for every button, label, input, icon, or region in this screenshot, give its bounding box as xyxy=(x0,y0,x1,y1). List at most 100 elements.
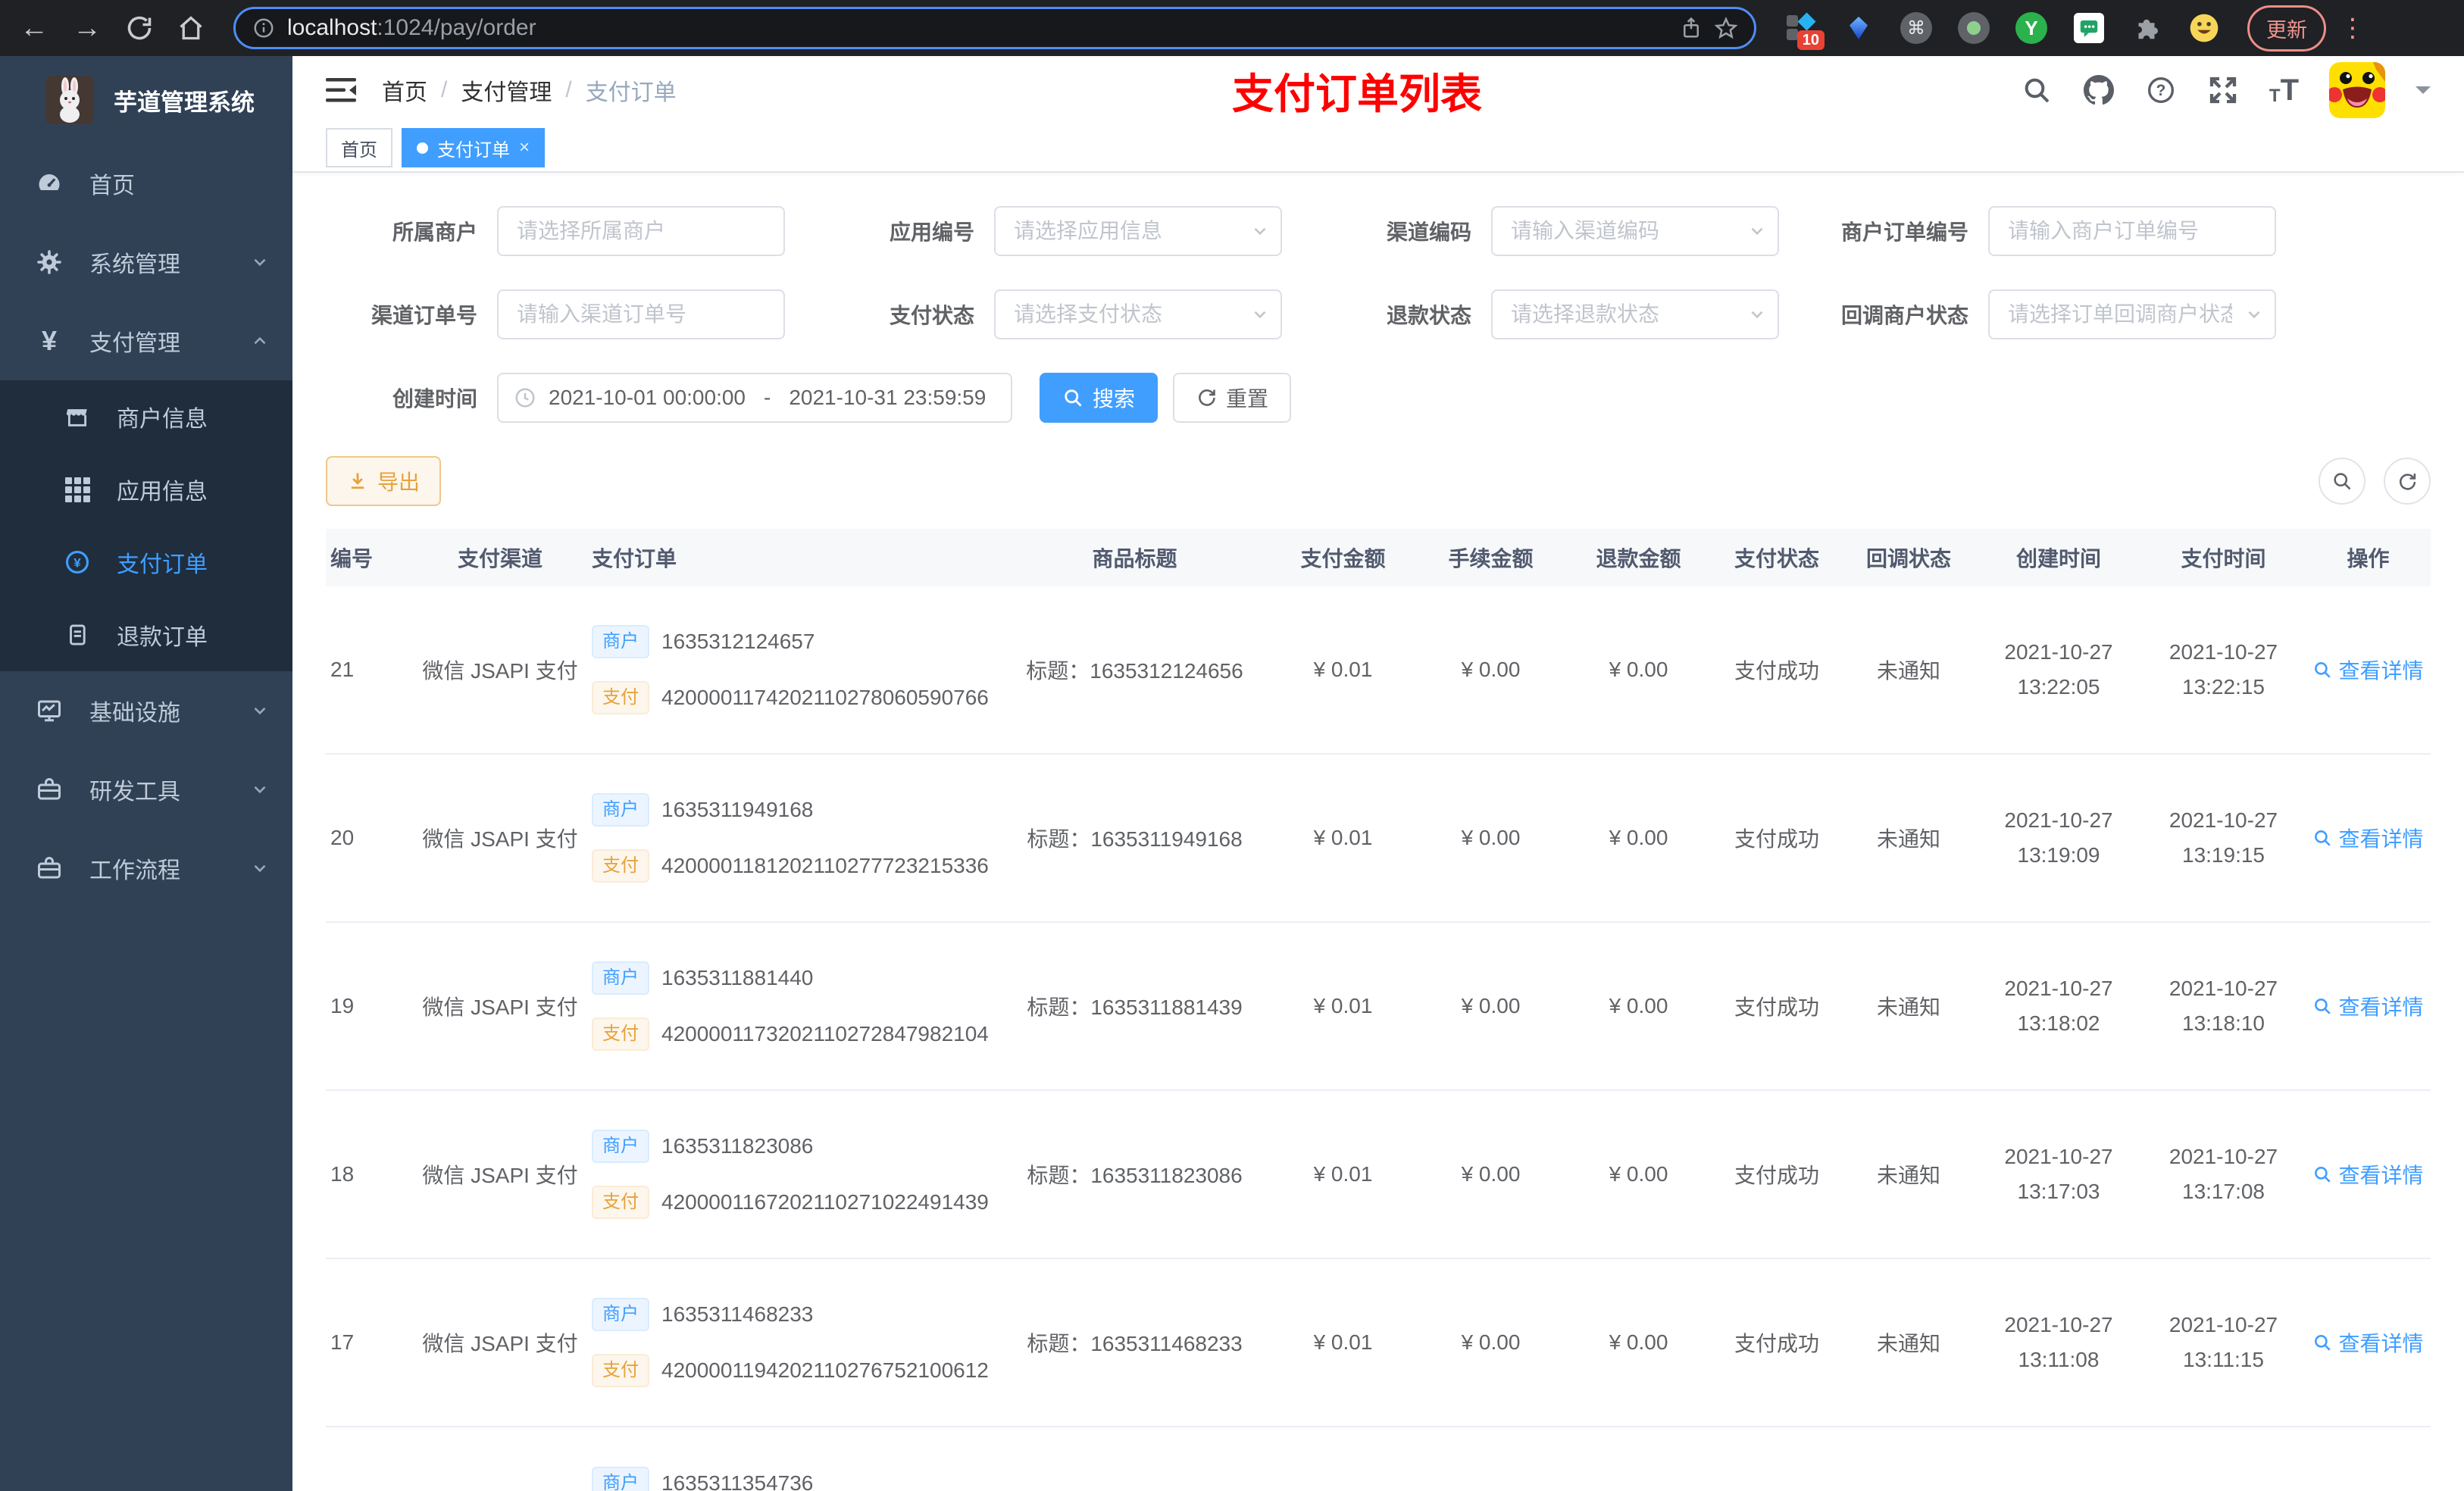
reset-button[interactable]: 重置 xyxy=(1173,373,1292,423)
tag-close-icon[interactable]: × xyxy=(519,137,530,158)
row-status: 支付成功 xyxy=(1734,996,1819,1019)
browser-forward-icon[interactable]: → xyxy=(73,14,102,42)
pay-order-no: 4200001174202110278060590766 xyxy=(661,686,989,709)
filter-notify-status: 回调商户状态 xyxy=(1817,289,2314,339)
row-status: 支付成功 xyxy=(1734,827,1819,851)
browser-reload-icon[interactable] xyxy=(126,14,153,42)
row-notify: 未通知 xyxy=(1876,1332,1940,1355)
col-title: 商品标题 xyxy=(1092,547,1177,570)
pay-order-no: 4200001167202110271022491439 xyxy=(661,1190,989,1214)
channel-order-no-input[interactable] xyxy=(497,289,785,339)
chrome-menu-icon[interactable]: ⋮ xyxy=(2340,13,2366,43)
channel-code-input[interactable] xyxy=(1491,206,1779,256)
pay-badge: 支付 xyxy=(592,681,649,714)
row-notify: 未通知 xyxy=(1876,827,1940,851)
url-bar[interactable]: localhost:1024/pay/order xyxy=(233,7,1756,49)
sidebar-item-payment[interactable]: ¥ 支付管理 xyxy=(0,302,292,380)
breadcrumb-payment[interactable]: 支付管理 xyxy=(461,73,552,107)
extension-gem-icon[interactable] xyxy=(1841,11,1876,45)
row-fee: ¥ 0.00 xyxy=(1461,1162,1521,1186)
sidebar-collapse-icon[interactable] xyxy=(326,77,356,103)
browser-home-icon[interactable] xyxy=(177,14,205,42)
app-select[interactable] xyxy=(994,206,1282,256)
chevron-down-icon xyxy=(250,701,270,720)
sidebar-item-pay-order[interactable]: ¥ 支付订单 xyxy=(0,526,292,599)
row-id: 20 xyxy=(330,826,355,849)
row-title: 标题：1635311823086 xyxy=(1027,1164,1243,1187)
extension-command-icon[interactable]: ⌘ xyxy=(1899,11,1934,45)
profile-avatar-icon[interactable] xyxy=(2187,11,2222,45)
fullscreen-icon[interactable] xyxy=(2207,74,2239,106)
search-icon xyxy=(2315,830,2331,846)
extension-badge: 10 xyxy=(1796,30,1825,50)
sidebar-item-label: 退款订单 xyxy=(117,625,208,650)
app-logo[interactable]: 芋道管理系统 xyxy=(0,56,292,144)
sidebar-item-app-info[interactable]: 应用信息 xyxy=(0,453,292,526)
refund-status-select[interactable] xyxy=(1491,289,1779,339)
table-row-partial: 商户 1635311354736 xyxy=(326,1427,2431,1491)
view-detail-link[interactable]: 查看详情 xyxy=(2312,991,2424,1021)
view-detail-link[interactable]: 查看详情 xyxy=(2312,823,2424,853)
breadcrumb: 首页 / 支付管理 / 支付订单 xyxy=(382,73,677,107)
notify-status-select[interactable] xyxy=(1988,289,2276,339)
date-range-picker[interactable]: 2021-10-01 00:00:00 - 2021-10-31 23:59:5… xyxy=(497,373,1012,423)
extension-y-icon[interactable]: Y xyxy=(2014,11,2049,45)
col-create-time: 创建时间 xyxy=(2015,547,2101,570)
refresh-icon xyxy=(2399,474,2416,490)
sidebar-item-workflow[interactable]: 工作流程 xyxy=(0,829,292,908)
sidebar-item-home[interactable]: 首页 xyxy=(0,144,292,223)
pay-status-select[interactable] xyxy=(994,289,1282,339)
table-row: 19 微信 JSAPI 支付 商户 1635311881440 支付 4200001… xyxy=(326,923,2431,1091)
logo-image xyxy=(45,76,94,124)
merchant-order-no-input[interactable] xyxy=(1988,206,2276,256)
share-icon[interactable] xyxy=(1680,17,1703,39)
view-detail-link[interactable]: 查看详情 xyxy=(2312,1159,2424,1189)
sidebar-item-label: 支付管理 xyxy=(89,331,180,356)
toggle-search-button[interactable] xyxy=(2319,458,2366,505)
filter-merchant: 所属商户 xyxy=(326,206,823,256)
refresh-table-button[interactable] xyxy=(2384,458,2431,505)
view-detail-link[interactable]: 查看详情 xyxy=(2312,655,2424,685)
download-icon xyxy=(351,473,364,489)
extension-record-icon[interactable] xyxy=(1956,11,1991,45)
tag-home[interactable]: 首页 xyxy=(326,128,392,167)
breadcrumb-home[interactable]: 首页 xyxy=(382,73,427,107)
merchant-select[interactable] xyxy=(497,206,785,256)
sidebar-item-system[interactable]: 系统管理 xyxy=(0,223,292,302)
extension-icon[interactable]: 10 xyxy=(1784,11,1825,50)
github-icon[interactable] xyxy=(2083,74,2115,106)
chrome-update-button[interactable]: 更新 xyxy=(2247,5,2326,52)
col-notify: 回调状态 xyxy=(1865,547,1951,570)
extension-chat-icon[interactable] xyxy=(2072,11,2106,45)
sidebar-item-refund-order[interactable]: 退款订单 xyxy=(0,599,292,671)
sidebar-item-infrastructure[interactable]: 基础设施 xyxy=(0,671,292,750)
search-icon xyxy=(2315,1167,2331,1183)
pay-badge: 支付 xyxy=(592,1354,649,1387)
site-info-icon[interactable] xyxy=(252,17,275,39)
row-pay-time: 2021-10-27 13:11:15 xyxy=(2169,1312,2278,1371)
extensions-puzzle-icon[interactable] xyxy=(2129,11,2164,45)
sidebar-item-merchant-info[interactable]: 商户信息 xyxy=(0,380,292,453)
tag-pay-order[interactable]: 支付订单 × xyxy=(402,128,546,167)
merchant-badge: 商户 xyxy=(592,1467,649,1491)
row-amount: ¥ 0.01 xyxy=(1313,658,1373,681)
help-icon[interactable]: ? xyxy=(2145,74,2177,106)
browser-back-icon[interactable]: ← xyxy=(20,14,48,42)
font-size-icon[interactable]: TT xyxy=(2269,75,2299,105)
row-title: 标题：1635312124656 xyxy=(1026,659,1243,683)
chevron-down-icon xyxy=(250,252,270,272)
sidebar-item-dev-tools[interactable]: 研发工具 xyxy=(0,750,292,829)
row-status: 支付成功 xyxy=(1734,1332,1819,1355)
search-icon xyxy=(1065,389,1082,407)
bookmark-star-icon[interactable] xyxy=(1715,17,1737,39)
content: 所属商户 应用编号 渠道编码 商户订单编号 渠 xyxy=(292,173,2464,1491)
search-button[interactable]: 搜索 xyxy=(1040,373,1159,423)
row-fee: ¥ 0.00 xyxy=(1461,826,1521,849)
view-detail-link[interactable]: 查看详情 xyxy=(2312,1327,2424,1358)
search-icon[interactable] xyxy=(2021,74,2053,106)
user-avatar[interactable] xyxy=(2329,62,2385,118)
export-button[interactable]: 导出 xyxy=(326,456,442,506)
pay-badge: 支付 xyxy=(592,1186,649,1219)
row-pay-time: 2021-10-27 13:19:15 xyxy=(2169,808,2278,867)
avatar-dropdown-caret[interactable] xyxy=(2416,86,2431,102)
